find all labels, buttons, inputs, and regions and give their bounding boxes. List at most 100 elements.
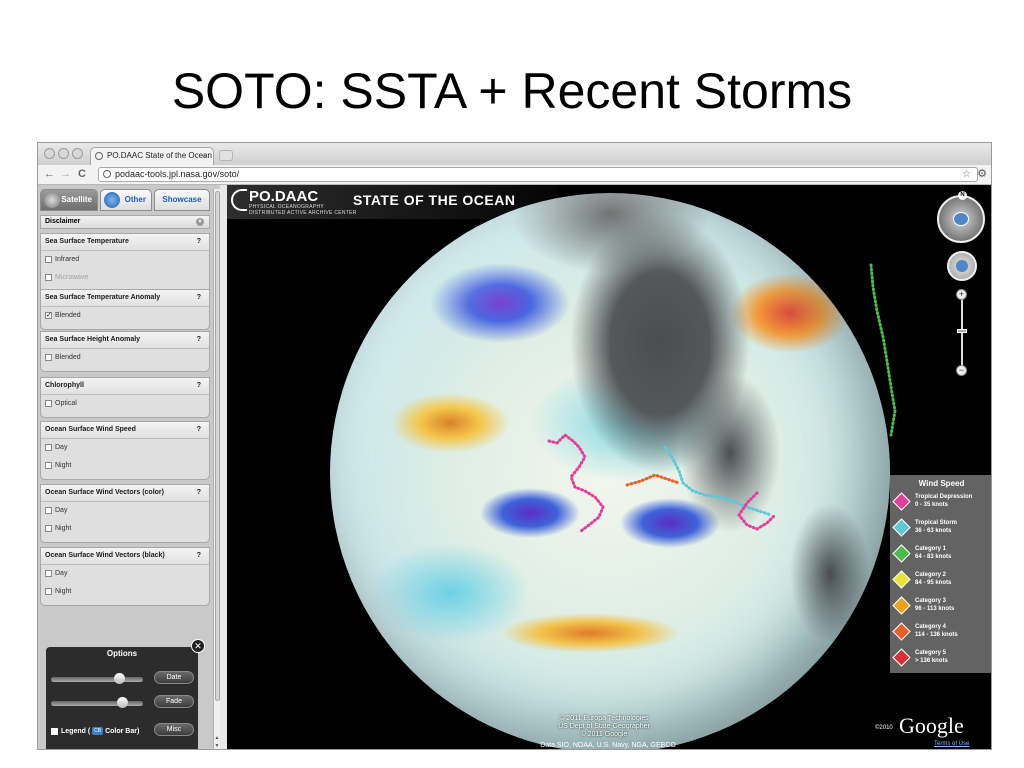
layer-option[interactable]: Blended	[41, 349, 209, 367]
slider-knob[interactable]	[114, 673, 125, 684]
forward-icon[interactable]: →	[60, 167, 71, 182]
tab-close-icon[interactable]: ×	[203, 148, 208, 164]
address-bar[interactable]: podaac-tools.jpl.nasa.gov/soto/ ☆	[98, 167, 978, 182]
checkbox[interactable]	[45, 274, 52, 281]
help-icon[interactable]: ?	[197, 332, 201, 348]
zoom-in-button[interactable]: +	[956, 289, 967, 300]
wrench-icon[interactable]: ⚙	[977, 167, 987, 180]
date-slider[interactable]	[51, 673, 143, 684]
checkbox[interactable]	[45, 444, 52, 451]
brand-sub-line-2: DISTRIBUTED ACTIVE ARCHIVE CENTER	[249, 210, 357, 216]
zoom-handle[interactable]	[957, 329, 967, 333]
layer-option[interactable]: Night	[41, 457, 209, 475]
storm-track	[663, 445, 773, 517]
reload-icon[interactable]: C	[78, 167, 86, 182]
layer-option[interactable]: Night	[41, 520, 209, 538]
section-header[interactable]: Ocean Surface Wind Vectors (black)?	[41, 548, 209, 565]
layer-option[interactable]: Day	[41, 565, 209, 583]
wind-speed-legend: Wind Speed Tropical Depression 0 - 35 kno…	[890, 475, 991, 673]
legend-title: Wind Speed	[918, 479, 965, 488]
layer-option[interactable]: Infrared	[41, 251, 209, 269]
checkbox[interactable]	[45, 525, 52, 532]
tab-satellite[interactable]: Satellite	[40, 189, 98, 211]
google-wordmark: Google	[899, 713, 964, 738]
browser-tab[interactable]: PO.DAAC State of the Ocean ×	[90, 147, 214, 165]
legend-toggle[interactable]: Legend ( CB Color Bar)	[51, 727, 139, 735]
back-icon[interactable]: ←	[44, 167, 55, 182]
terms-of-use-link[interactable]: Terms of Use	[934, 741, 969, 747]
layer-option[interactable]: Microwave	[41, 269, 209, 287]
help-icon[interactable]: ?	[197, 234, 201, 250]
checkbox[interactable]	[45, 570, 52, 577]
section-header[interactable]: Sea Surface Temperature?	[41, 234, 209, 251]
misc-button[interactable]: Misc	[154, 723, 194, 736]
new-tab-button[interactable]	[219, 150, 233, 161]
section-header[interactable]: Sea Surface Temperature Anomaly?	[41, 290, 209, 307]
layer-option[interactable]: Day	[41, 439, 209, 457]
pan-handle[interactable]	[956, 260, 968, 272]
option-label: Night	[55, 462, 72, 469]
option-label: Microwave	[55, 274, 89, 281]
close-window-button[interactable]	[44, 148, 55, 159]
scroll-down-icon[interactable]: ▼	[214, 743, 220, 749]
slider-knob[interactable]	[117, 697, 128, 708]
compass-icon[interactable]: N	[937, 191, 985, 243]
navigation-bar: ← → C podaac-tools.jpl.nasa.gov/soto/ ☆ …	[38, 165, 991, 185]
scroll-up-icon[interactable]: ▲	[214, 735, 220, 741]
help-icon[interactable]: ?	[197, 548, 201, 564]
layer-option[interactable]: Day	[41, 502, 209, 520]
zoom-out-button[interactable]: −	[956, 365, 967, 376]
checkbox[interactable]	[45, 256, 52, 263]
help-icon[interactable]: ?	[197, 290, 201, 306]
checkbox[interactable]: ✓	[45, 312, 52, 319]
minimize-window-button[interactable]	[58, 148, 69, 159]
option-label: Blended	[55, 312, 81, 319]
checkbox[interactable]	[45, 400, 52, 407]
layer-option[interactable]: Optical	[41, 395, 209, 413]
date-button[interactable]: Date	[154, 671, 194, 684]
layer-option[interactable]: Night	[41, 583, 209, 601]
section-header[interactable]: Sea Surface Height Anomaly?	[41, 332, 209, 349]
help-icon[interactable]: ?	[197, 422, 201, 438]
google-year: ©2010	[875, 725, 893, 731]
layer-option[interactable]: ✓ Blended	[41, 307, 209, 325]
wind-range: 64 - 83 knots	[915, 554, 952, 560]
tab-showcase[interactable]: Showcase	[154, 189, 210, 211]
legend-text: Category 1 64 - 83 knots	[915, 545, 951, 561]
scrollbar-thumb[interactable]	[215, 191, 220, 701]
bookmark-star-icon[interactable]: ☆	[962, 168, 971, 181]
zoom-window-button[interactable]	[72, 148, 83, 159]
help-icon[interactable]: ?	[197, 378, 201, 394]
checkbox[interactable]	[45, 507, 52, 514]
globe-map[interactable]: PO.DAAC PHYSICAL OCEANOGRAPHY DISTRIBUTED…	[227, 185, 991, 749]
option-label: Blended	[55, 354, 81, 361]
legend-item: Tropical Depression 0 - 35 knots	[892, 491, 991, 515]
legend-checkbox[interactable]	[51, 727, 58, 735]
zoom-slider[interactable]: + −	[956, 289, 968, 376]
look-icon[interactable]	[953, 212, 969, 226]
option-label: Day	[55, 444, 68, 451]
close-icon[interactable]: ✕	[191, 639, 205, 653]
checkbox[interactable]	[45, 462, 52, 469]
brand-subtitle: PHYSICAL OCEANOGRAPHY DISTRIBUTED ACTIVE …	[249, 204, 357, 216]
legend-item: Category 5 > 136 knots	[892, 647, 991, 671]
option-label: Day	[55, 570, 68, 577]
section-header[interactable]: Ocean Surface Wind Vectors (color)?	[41, 485, 209, 502]
disclaimer-bar[interactable]: Disclaimer ×	[40, 215, 210, 229]
close-icon[interactable]: ×	[196, 218, 204, 226]
sidebar-scrollbar[interactable]: ▲ ▼	[213, 189, 220, 749]
tab-other[interactable]: Other	[100, 189, 152, 211]
help-icon[interactable]: ?	[197, 485, 201, 501]
section-header[interactable]: Chlorophyll?	[41, 378, 209, 395]
category-name: Category 5	[915, 650, 947, 656]
section-header[interactable]: Ocean Surface Wind Speed?	[41, 422, 209, 439]
legend-text: Category 5 > 136 knots	[915, 649, 948, 665]
checkbox[interactable]	[45, 588, 52, 595]
checkbox[interactable]	[45, 354, 52, 361]
attribution-line: © 2011 Google	[580, 731, 628, 738]
legend-text: Tropical Storm 36 - 63 knots	[915, 519, 957, 535]
wind-range: 114 - 136 knots	[915, 632, 958, 638]
fade-slider[interactable]	[51, 697, 143, 708]
pan-control-icon[interactable]	[947, 251, 977, 281]
fade-button[interactable]: Fade	[154, 695, 194, 708]
